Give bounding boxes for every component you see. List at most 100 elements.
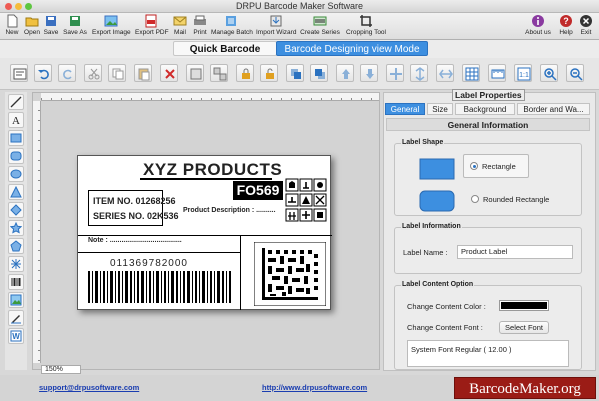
image-tool[interactable] xyxy=(8,292,24,308)
diamond-tool[interactable] xyxy=(8,202,24,218)
rounded-shape-preview[interactable] xyxy=(419,190,455,212)
align-vertical-icon xyxy=(415,67,425,81)
zoom-level[interactable]: 150% xyxy=(41,365,81,374)
watermark-tool[interactable]: W xyxy=(8,328,24,344)
paste-button[interactable] xyxy=(134,64,152,82)
rounded-rectangle-radio[interactable] xyxy=(471,195,479,203)
delete-button[interactable] xyxy=(160,64,178,82)
exit-button[interactable]: Exit xyxy=(578,14,594,36)
properties-button[interactable] xyxy=(10,64,28,82)
redo-button[interactable] xyxy=(58,64,76,82)
export-pdf-button[interactable]: Export PDF xyxy=(135,14,169,36)
lock-button[interactable] xyxy=(236,64,254,82)
tab-size[interactable]: Size xyxy=(427,103,453,115)
rectangle-shape-preview[interactable] xyxy=(419,158,455,180)
send-to-back-icon xyxy=(315,69,325,79)
ellipse-tool[interactable] xyxy=(8,166,24,182)
copy-icon xyxy=(112,68,124,80)
triangle-tool[interactable] xyxy=(8,184,24,200)
ellipse-icon xyxy=(10,169,22,179)
barcode-icon xyxy=(11,278,21,286)
support-email-link[interactable]: support@drpusoftware.com xyxy=(39,383,139,392)
line-tool[interactable] xyxy=(8,94,24,110)
item-number-box[interactable]: ITEM NO. 01268256 SERIES NO. 02K536 xyxy=(88,190,179,226)
actual-size-icon: 1:1 xyxy=(517,67,531,81)
datamatrix-barcode[interactable] xyxy=(254,242,326,306)
handling-symbols[interactable] xyxy=(285,178,329,223)
send-back-button[interactable] xyxy=(310,64,328,82)
product-code[interactable]: FO569 xyxy=(233,181,283,200)
lock-icon xyxy=(242,68,250,79)
zoom-window-icon[interactable] xyxy=(25,3,32,10)
minimize-window-icon[interactable] xyxy=(15,3,22,10)
note-field[interactable]: Note : .................................… xyxy=(88,237,182,244)
save-button[interactable]: Save xyxy=(42,14,60,36)
cropping-tool-button[interactable]: Cropping Tool xyxy=(345,14,387,36)
print-button[interactable]: Print xyxy=(191,14,209,36)
ruler-button[interactable] xyxy=(488,64,506,82)
create-series-button[interactable]: Create Series xyxy=(300,14,340,36)
group-icon xyxy=(190,68,202,80)
content-color-swatch[interactable] xyxy=(499,300,549,311)
barcode-label[interactable]: XYZ PRODUCTS ITEM NO. 01268256 SERIES NO… xyxy=(77,155,332,310)
rectangle-radio[interactable] xyxy=(470,162,478,170)
text-tool[interactable]: A xyxy=(8,112,24,128)
copy-button[interactable] xyxy=(108,64,126,82)
unlock-icon xyxy=(266,68,274,79)
about-us-button[interactable]: About us xyxy=(524,14,552,36)
delete-icon xyxy=(165,69,175,79)
zoom-out-button[interactable] xyxy=(566,64,584,82)
cut-button[interactable] xyxy=(84,64,102,82)
quick-barcode-mode-button[interactable]: Quick Barcode Mode xyxy=(173,41,277,70)
product-description[interactable]: Product Description : .......... xyxy=(183,207,276,214)
barcode-tool[interactable] xyxy=(8,274,24,290)
group-button[interactable] xyxy=(186,64,204,82)
star-icon xyxy=(10,222,22,234)
unlock-button[interactable] xyxy=(260,64,278,82)
ungroup-button[interactable] xyxy=(210,64,228,82)
polygon-tool[interactable] xyxy=(8,238,24,254)
new-button[interactable]: New xyxy=(3,14,21,36)
rounded-rectangle-tool[interactable] xyxy=(8,148,24,164)
bring-front-button[interactable] xyxy=(286,64,304,82)
label-title[interactable]: XYZ PRODUCTS xyxy=(143,160,282,180)
align-horizontal-button[interactable] xyxy=(436,64,454,82)
center-button[interactable] xyxy=(386,64,404,82)
align-vertical-button[interactable] xyxy=(410,64,428,82)
manage-batch-button[interactable]: Manage Batch xyxy=(211,14,253,36)
rectangle-tool[interactable] xyxy=(8,130,24,146)
label-shape-group: Label Shape Rectangle Rounded Rectangle xyxy=(394,139,582,216)
paste-icon xyxy=(138,68,150,81)
align-bottom-button[interactable] xyxy=(360,64,378,82)
tab-general[interactable]: General xyxy=(385,103,425,115)
star-tool[interactable] xyxy=(8,220,24,236)
help-button[interactable]: ? Help xyxy=(558,14,574,36)
actual-size-button[interactable]: 1:1 xyxy=(514,64,532,82)
label-name-input[interactable]: Product Label xyxy=(457,245,573,259)
cut-icon xyxy=(88,68,100,80)
website-link[interactable]: http://www.drpusoftware.com xyxy=(262,383,367,392)
linear-barcode[interactable] xyxy=(88,271,233,303)
designing-view-mode-button[interactable]: Barcode Designing view Mode xyxy=(276,41,428,56)
grid-button[interactable] xyxy=(462,64,480,82)
create-series-label: Create Series xyxy=(300,29,340,36)
import-wizard-button[interactable]: Import Wizard xyxy=(256,14,296,36)
open-button[interactable]: Open xyxy=(22,14,42,36)
crop-icon xyxy=(360,15,372,27)
export-image-button[interactable]: Export Image xyxy=(92,14,131,36)
symbol-tool[interactable] xyxy=(8,256,24,272)
undo-button[interactable] xyxy=(34,64,52,82)
rectangle-option[interactable]: Rectangle xyxy=(463,154,529,178)
content-option-title: Label Content Option xyxy=(401,281,475,288)
zoom-in-button[interactable] xyxy=(540,64,558,82)
signature-tool[interactable] xyxy=(8,310,24,326)
tab-background[interactable]: Background xyxy=(455,103,515,115)
tab-border-watermark[interactable]: Border and Wa... xyxy=(517,103,590,115)
save-as-button[interactable]: Save As xyxy=(62,14,88,36)
align-top-button[interactable] xyxy=(336,64,354,82)
divider-line xyxy=(78,235,332,236)
mail-button[interactable]: Mail xyxy=(171,14,189,36)
select-font-button[interactable]: Select Font xyxy=(499,321,549,334)
close-window-icon[interactable] xyxy=(5,3,12,10)
polygon-icon xyxy=(10,240,22,252)
